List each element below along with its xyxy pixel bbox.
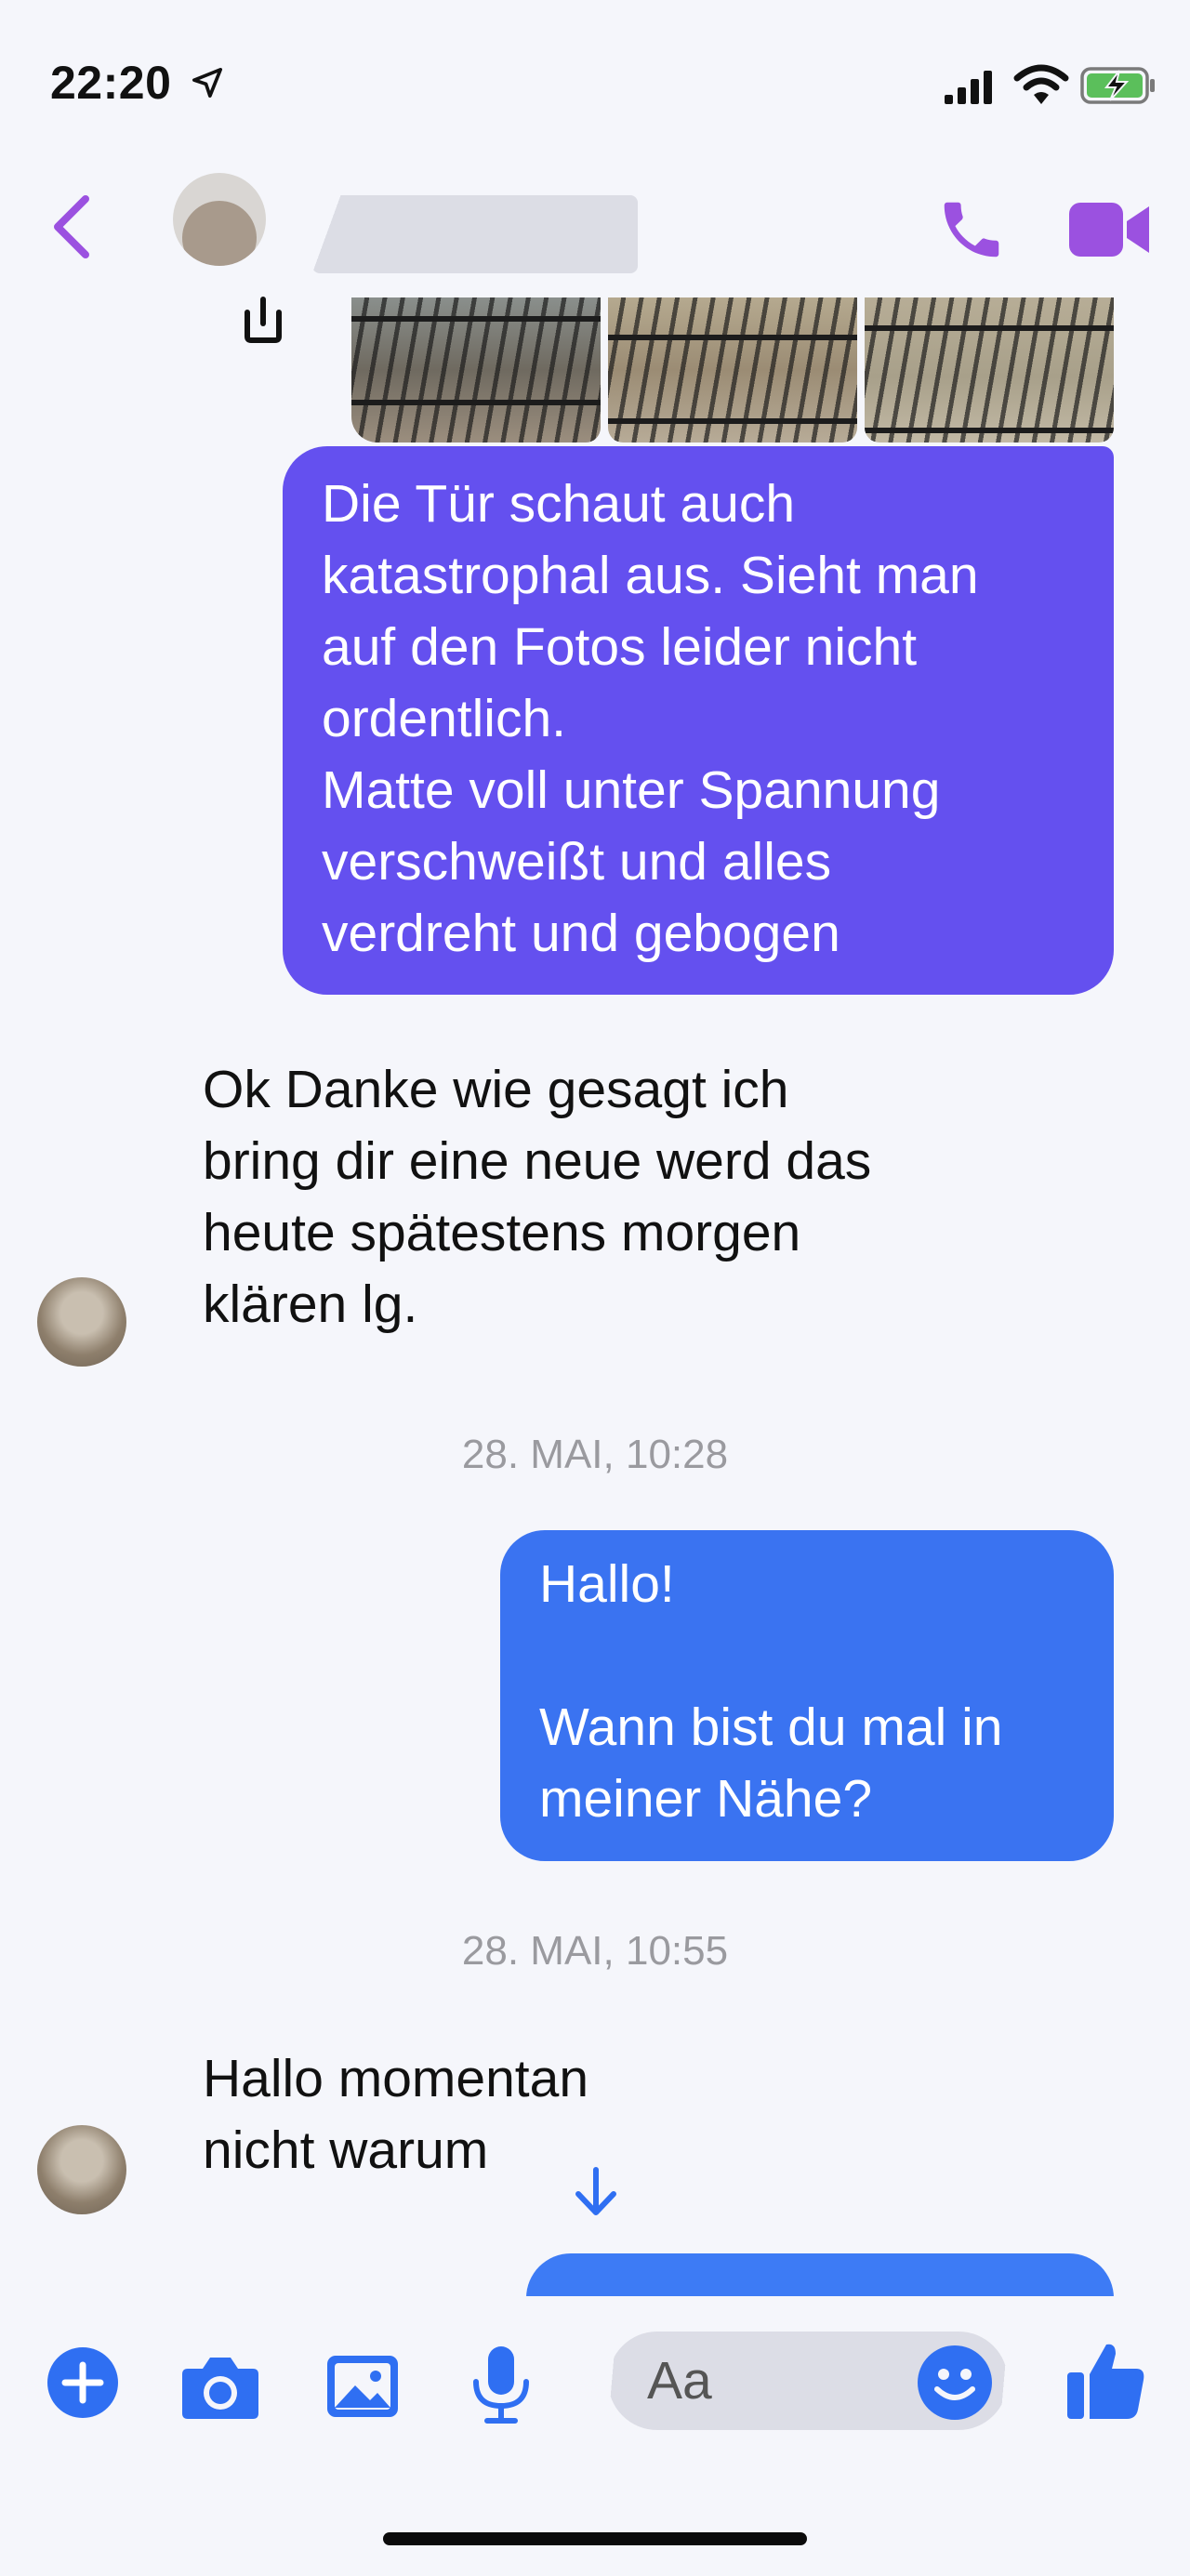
timestamp: 28. MAI, 10:55: [461, 1928, 729, 1974]
wifi-icon: [1013, 64, 1069, 104]
phone-icon[interactable]: [935, 193, 1008, 266]
message-text: Hallo! Wann bist du mal in meiner Nähe?: [539, 1554, 1003, 1829]
attached-photo[interactable]: [351, 297, 601, 443]
video-camera-icon[interactable]: [1067, 199, 1153, 260]
scroll-to-bottom-button[interactable]: [532, 2155, 660, 2229]
contact-avatar[interactable]: [173, 173, 266, 266]
attached-photo[interactable]: [608, 297, 857, 443]
message-input-placeholder: Aa: [647, 2351, 712, 2411]
sender-avatar[interactable]: [37, 1277, 126, 1367]
image-gallery-icon[interactable]: [325, 2354, 400, 2419]
contact-name-redacted[interactable]: [312, 195, 638, 273]
incoming-message[interactable]: Ok Danke wie gesagt ich bring dir eine n…: [203, 1054, 1039, 1341]
plus-icon[interactable]: [46, 2346, 119, 2419]
status-time: 22:20: [50, 57, 172, 109]
share-icon[interactable]: [236, 294, 290, 348]
cellular-signal-icon: [945, 71, 992, 104]
battery-charging-icon: [1080, 67, 1155, 104]
outgoing-message-bubble[interactable]: Hallo! Wann bist du mal in meiner Nähe?: [500, 1530, 1114, 1861]
location-arrow-icon: [192, 67, 223, 99]
emoji-icon[interactable]: [917, 2345, 993, 2421]
thumbs-up-icon[interactable]: [1065, 2339, 1145, 2421]
timestamp: 28. MAI, 10:28: [461, 1432, 729, 1477]
attached-photo[interactable]: [865, 297, 1114, 443]
camera-icon[interactable]: [180, 2352, 260, 2421]
message-text: Die Tür schaut auch katastrophal aus. Si…: [322, 474, 979, 963]
arrow-down-icon: [575, 2167, 616, 2215]
back-chevron-icon[interactable]: [48, 193, 95, 260]
outgoing-message-bubble[interactable]: Die Tür schaut auch katastrophal aus. Si…: [283, 446, 1114, 995]
microphone-icon[interactable]: [470, 2345, 532, 2424]
sender-avatar[interactable]: [37, 2125, 126, 2214]
home-indicator: [383, 2532, 807, 2545]
